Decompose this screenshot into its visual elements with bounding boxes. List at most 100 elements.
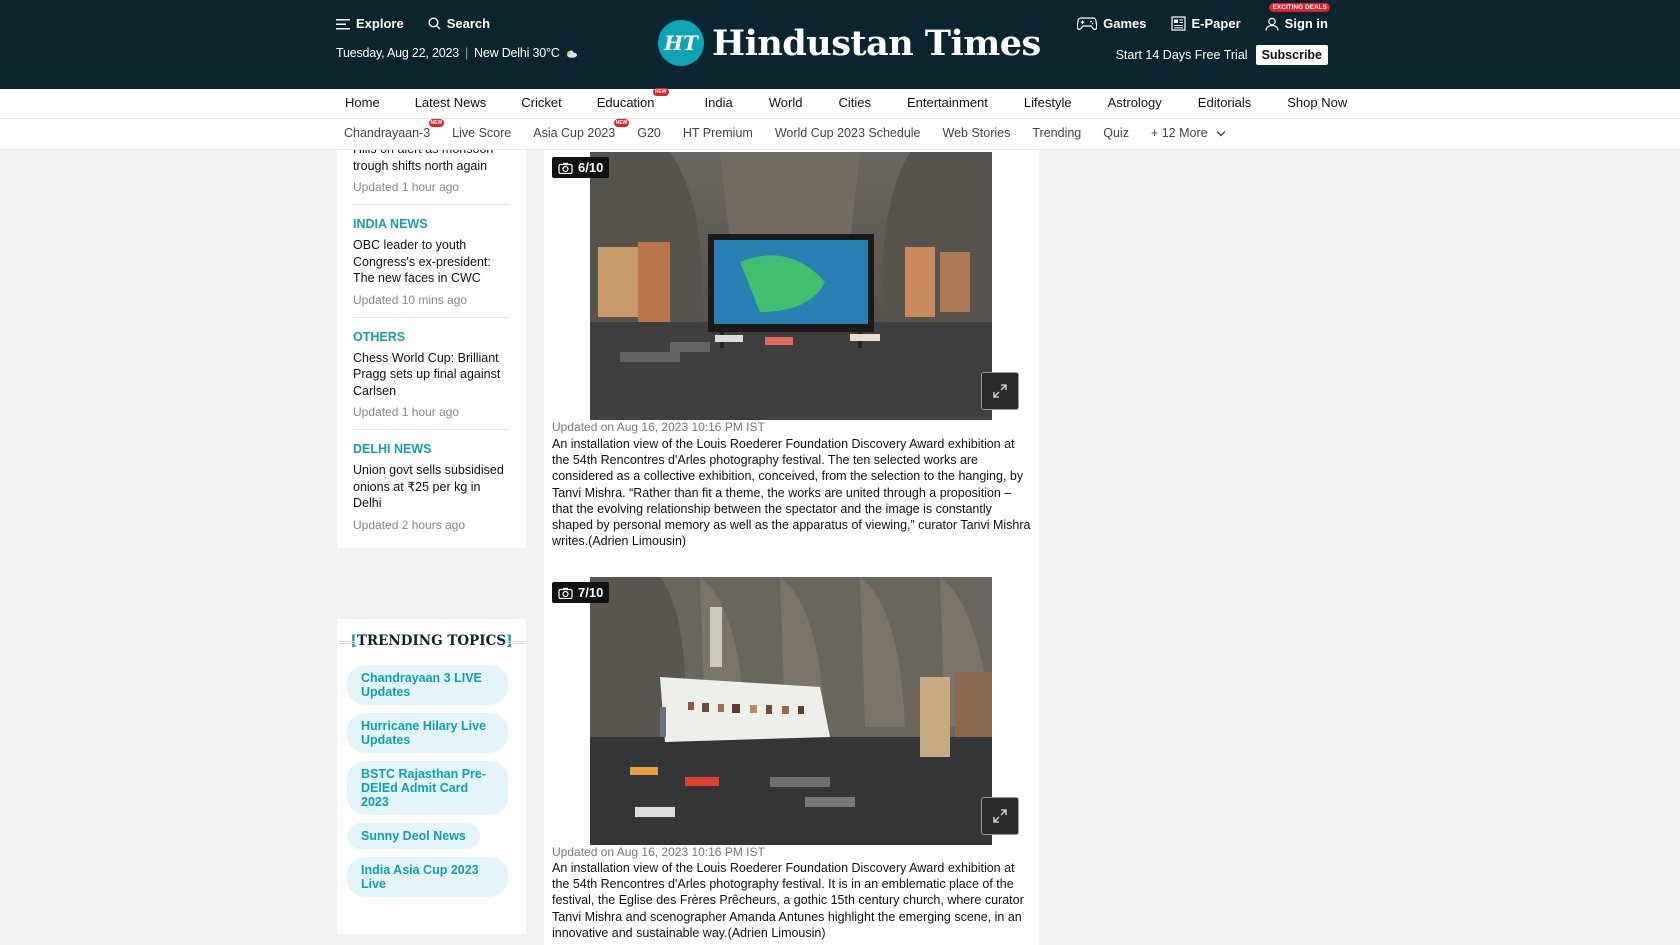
nav-primary-label: Entertainment xyxy=(906,95,988,110)
photo-caption: An installation view of the Louis Roeder… xyxy=(552,861,1024,940)
exciting-deals-badge: EXCITING DEALS xyxy=(1269,3,1330,12)
nav-secondary-label: Web Stories xyxy=(942,126,1011,140)
nav-secondary-label: Live Score xyxy=(452,126,512,140)
weather-text: New Delhi 30°C xyxy=(474,46,560,60)
trending-topic-pill[interactable]: Hurricane Hilary Live Updates xyxy=(347,713,508,753)
exhibition-photo-image xyxy=(590,152,992,420)
photo-counter-text: 7/10 xyxy=(578,585,604,600)
new-badge: NEW xyxy=(428,119,445,127)
camera-icon xyxy=(558,587,573,599)
trial-text: Start 14 Days Free Trial xyxy=(1115,48,1248,62)
nav-primary-item[interactable]: Lifestyle xyxy=(1024,95,1072,110)
nav-primary-label: Cities xyxy=(838,95,871,110)
nav-secondary-item[interactable]: + 12 More xyxy=(1151,126,1226,140)
news-category[interactable]: OTHERS xyxy=(353,330,510,344)
nav-secondary-label: World Cup 2023 Schedule xyxy=(774,126,921,140)
nav-primary-item[interactable]: Shop Now xyxy=(1287,95,1347,110)
nav-primary-item[interactable]: World xyxy=(769,95,803,110)
nav-primary-item[interactable]: Editorials xyxy=(1198,95,1251,110)
nav-primary-item[interactable]: Education NEW xyxy=(596,88,669,110)
nav-primary-item[interactable]: Astrology xyxy=(1108,95,1162,110)
nav-primary-item[interactable]: Cities xyxy=(838,95,871,110)
nav-secondary-item[interactable]: Quiz xyxy=(1103,126,1129,140)
photo-counter-text: 6/10 xyxy=(578,160,604,175)
news-item[interactable]: DELHI NEWS Union govt sells subsidised o… xyxy=(353,430,510,542)
nav-primary-item[interactable]: Latest News xyxy=(415,95,487,110)
sidebar-news: Hills on alert as monsoon trough shifts … xyxy=(337,150,526,548)
nav-primary-label: Home xyxy=(345,95,380,110)
expand-photo-button[interactable] xyxy=(981,797,1019,835)
news-updated: Updated 1 hour ago xyxy=(353,180,460,194)
site-logo[interactable]: HT Hindustan Times xyxy=(658,20,1041,66)
nav-secondary-item[interactable]: Asia Cup 2023 NEW xyxy=(533,119,630,140)
games-label: Games xyxy=(1103,16,1147,31)
nav-secondary-item[interactable]: Chandrayaan-3 NEW xyxy=(344,119,445,140)
search-button[interactable]: Search xyxy=(428,16,490,31)
nav-primary-label: Cricket xyxy=(521,95,562,110)
signin-label: Sign in xyxy=(1284,16,1328,31)
gallery-photo[interactable] xyxy=(590,577,992,845)
nav-secondary-label: Chandrayaan-3 xyxy=(344,126,431,140)
new-badge: NEW xyxy=(613,119,630,127)
user-icon xyxy=(1265,17,1279,31)
nav-primary-label: Shop Now xyxy=(1287,95,1348,110)
games-button[interactable]: Games xyxy=(1077,16,1147,31)
trending-title: TRENDING TOPICS xyxy=(356,633,507,649)
nav-secondary-label: Quiz xyxy=(1103,126,1129,140)
divider: | xyxy=(464,46,469,60)
divider xyxy=(339,641,355,644)
news-title[interactable]: Hills on alert as monsoon trough shifts … xyxy=(353,150,510,174)
news-category[interactable]: DELHI NEWS xyxy=(353,442,510,456)
current-date: Tuesday, Aug 22, 2023 xyxy=(336,46,459,60)
secondary-nav: Chandrayaan-3 NEW Live Score Asia Cup 2023 N… xyxy=(0,119,1680,150)
new-badge: NEW xyxy=(652,88,669,96)
news-updated: Updated 10 mins ago xyxy=(353,292,468,307)
nav-secondary-item[interactable]: Trending xyxy=(1032,126,1081,140)
trending-topic-pill[interactable]: Chandrayaan 3 LIVE Updates xyxy=(347,665,508,705)
subscribe-button[interactable]: Subscribe xyxy=(1255,45,1328,65)
nav-secondary-item[interactable]: G20 xyxy=(637,126,661,140)
nav-primary-item[interactable]: Home xyxy=(345,95,380,110)
nav-primary-label: Education xyxy=(596,95,655,110)
nav-secondary-item[interactable]: World Cup 2023 Schedule xyxy=(775,126,921,140)
divider xyxy=(508,641,524,644)
nav-secondary-label: G20 xyxy=(637,126,661,140)
trending-topic-pill[interactable]: India Asia Cup 2023 Live xyxy=(347,857,508,897)
nav-secondary-label: Trending xyxy=(1032,126,1082,140)
photo-counter: 7/10 xyxy=(552,582,610,603)
trending-topic-pill[interactable]: BSTC Rajasthan Pre-DElEd Admit Card 2023 xyxy=(347,761,508,815)
chevron-down-icon xyxy=(1216,131,1226,137)
news-updated: Updated 1 hour ago xyxy=(353,405,460,419)
nav-primary-label: World xyxy=(768,95,803,110)
news-item[interactable]: INDIA NEWS OBC leader to youth Congress'… xyxy=(353,205,510,318)
gallery-photo[interactable] xyxy=(590,152,992,420)
expand-icon xyxy=(993,809,1007,823)
news-updated: Updated 2 hours ago xyxy=(353,517,466,532)
signin-button[interactable]: EXCITING DEALS Sign in xyxy=(1265,3,1330,31)
nav-primary-item[interactable]: Cricket xyxy=(521,95,561,110)
logo-badge: HT xyxy=(658,20,704,66)
news-title[interactable]: Union govt sells subsidised onions at ₹2… xyxy=(353,462,510,512)
explore-button[interactable]: Explore xyxy=(336,16,404,31)
nav-primary-item[interactable]: Entertainment xyxy=(907,95,988,110)
news-item[interactable]: Hills on alert as monsoon trough shifts … xyxy=(353,150,510,205)
exhibition-photo-image xyxy=(590,577,992,845)
news-title[interactable]: Chess World Cup: Brilliant Pragg sets up… xyxy=(353,350,510,400)
nav-secondary-item[interactable]: HT Premium xyxy=(683,126,753,140)
trending-topic-pill[interactable]: Sunny Deol News xyxy=(347,823,480,849)
cloud-icon xyxy=(566,50,577,58)
news-item[interactable]: OTHERS Chess World Cup: Brilliant Pragg … xyxy=(353,318,510,430)
nav-primary-item[interactable]: India xyxy=(705,95,733,110)
photo-caption: An installation view of the Louis Roeder… xyxy=(552,437,1031,549)
primary-nav: Home Latest News Cricket Education NEW India W… xyxy=(0,88,1680,119)
nav-secondary-item[interactable]: Live Score xyxy=(452,126,511,140)
nav-secondary-item[interactable]: Web Stories xyxy=(943,126,1011,140)
expand-photo-button[interactable] xyxy=(981,372,1019,410)
news-title[interactable]: OBC leader to youth Congress's ex-presid… xyxy=(353,237,510,287)
expand-icon xyxy=(993,384,1007,398)
news-category[interactable]: INDIA NEWS xyxy=(353,217,510,231)
photo-updated-time: Updated on Aug 16, 2023 10:16 PM IST xyxy=(552,845,765,859)
epaper-button[interactable]: E-Paper xyxy=(1170,16,1241,31)
nav-primary-label: Astrology xyxy=(1107,95,1162,110)
nav-secondary-label: HT Premium xyxy=(682,126,753,140)
